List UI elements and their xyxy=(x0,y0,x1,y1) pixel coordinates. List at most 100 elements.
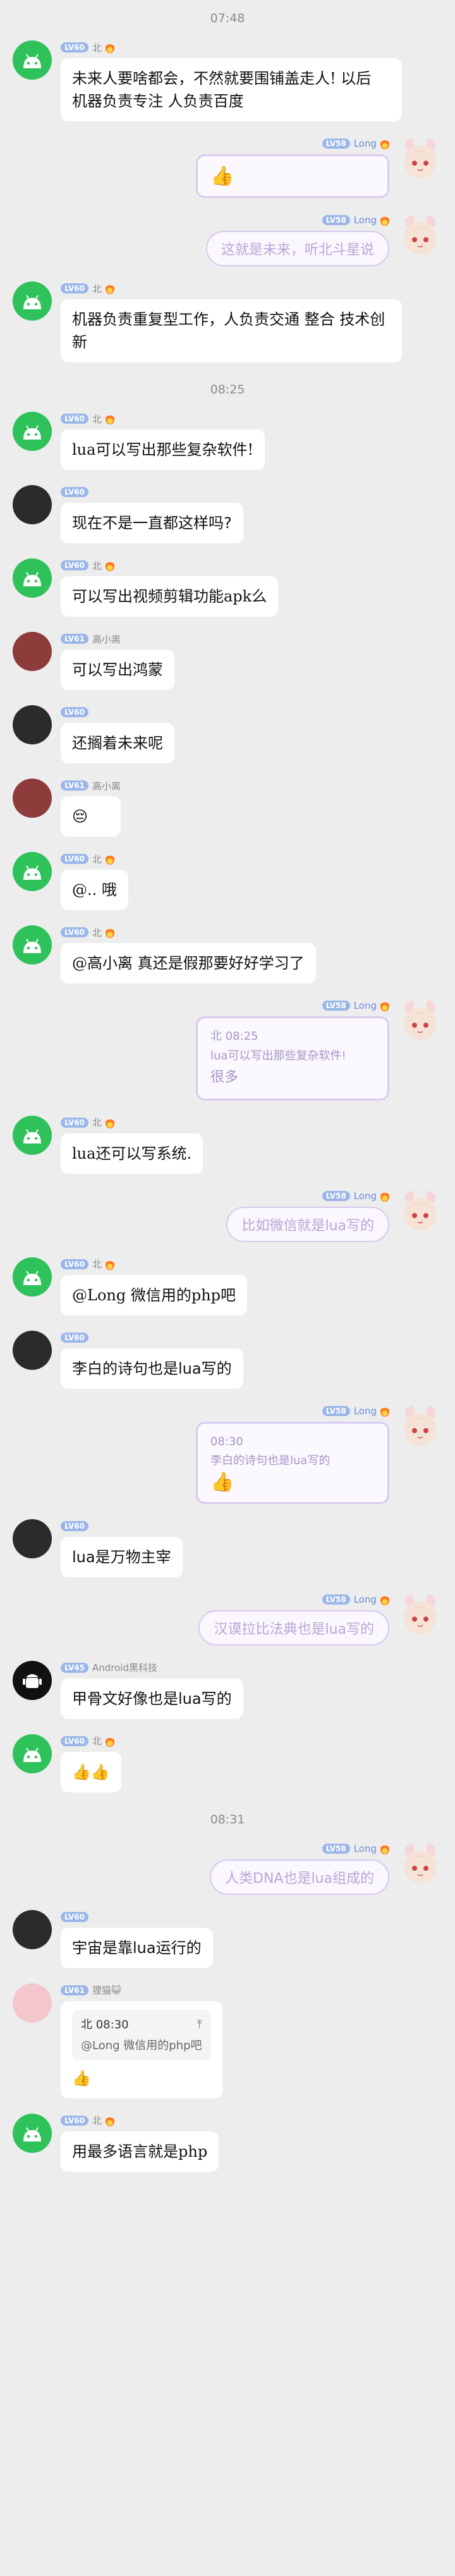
reply-card[interactable]: 北 08:30 ⤒ @Long 微信用的php吧 xyxy=(72,2009,211,2061)
avatar-anime[interactable] xyxy=(398,999,442,1043)
sender-name[interactable]: 北 xyxy=(92,41,102,54)
avatar-anime[interactable] xyxy=(398,137,442,181)
avatar[interactable] xyxy=(13,1983,52,2023)
message-body: LV61 高小离 😔 xyxy=(61,779,121,837)
level-badge: LV60 xyxy=(61,1259,88,1269)
jump-up-icon[interactable]: ⤒ xyxy=(197,2016,202,2033)
sender-name[interactable]: 北 xyxy=(92,1257,102,1271)
avatar-anime[interactable] xyxy=(398,1403,442,1448)
sender-name[interactable]: Long xyxy=(354,1594,377,1605)
sender-meta: LV58 Long xyxy=(322,1404,389,1418)
message-bubble[interactable]: 这就是未来，听北斗星说 xyxy=(205,231,389,266)
flame-icon xyxy=(106,927,114,938)
message-bubble[interactable]: lua是万物主宰 xyxy=(61,1536,183,1577)
avatar-anime[interactable] xyxy=(398,1841,442,1886)
message-body: LV60 李白的诗句也是lua写的 xyxy=(61,1331,243,1389)
sender-name[interactable]: 狸猫😺 xyxy=(92,1983,121,1997)
message-bubble[interactable]: 可以写出视频剪辑功能apk么 xyxy=(61,576,279,617)
sender-name[interactable]: Long xyxy=(354,1000,377,1011)
sender-name[interactable]: Long xyxy=(354,138,377,149)
avatar[interactable] xyxy=(13,632,52,671)
message-bubble[interactable]: 甲骨文好像也是lua写的 xyxy=(61,1678,243,1719)
message-bubble[interactable]: @Long 微信用的php吧 xyxy=(61,1274,248,1316)
avatar[interactable] xyxy=(13,1909,52,1949)
sender-meta: LV61 高小离 xyxy=(61,779,121,792)
sender-name[interactable]: 高小离 xyxy=(92,632,121,646)
message-row: LV58 Long 👍 xyxy=(0,130,455,207)
sender-name[interactable]: 北 xyxy=(92,1734,102,1747)
avatar-android[interactable] xyxy=(13,925,52,964)
sender-name[interactable]: Long xyxy=(354,1843,377,1854)
flame-icon xyxy=(380,1842,389,1854)
avatar-android[interactable] xyxy=(13,412,52,451)
message-bubble[interactable]: @高小离 真还是假那要好好学习了 xyxy=(61,943,316,983)
flame-icon xyxy=(106,1258,114,1270)
sender-name[interactable]: 北 xyxy=(92,282,102,295)
message-body: LV58 Long 👍 xyxy=(196,137,389,198)
avatar-android-black[interactable] xyxy=(13,1660,52,1700)
message-body: LV60 北 👍👍 xyxy=(61,1734,121,1792)
message-bubble[interactable]: 汉谟拉比法典也是lua写的 xyxy=(198,1610,389,1646)
message-bubble[interactable]: @.. 哦 xyxy=(61,870,128,910)
avatar-android[interactable] xyxy=(13,2113,52,2153)
message-bubble[interactable]: lua可以写出那些复杂软件! xyxy=(61,429,265,470)
sender-meta: LV60 xyxy=(61,1519,183,1533)
avatar-android[interactable] xyxy=(13,558,52,598)
sender-name[interactable]: Android黑科技 xyxy=(92,1661,157,1674)
avatar[interactable] xyxy=(13,705,52,744)
level-badge: LV58 xyxy=(322,1843,350,1854)
message-bubble[interactable]: 可以写出鸿蒙 xyxy=(61,650,174,690)
avatar[interactable] xyxy=(13,485,52,524)
avatar-android[interactable] xyxy=(13,40,52,80)
message-bubble[interactable]: 北 08:25 lua可以写出那些复杂软件! 很多 xyxy=(196,1016,389,1100)
avatar-anime[interactable] xyxy=(398,1188,442,1233)
sender-name[interactable]: Long xyxy=(354,1405,377,1417)
sender-name[interactable]: 北 xyxy=(92,2114,102,2127)
avatar-anime[interactable] xyxy=(398,1592,442,1637)
avatar-android[interactable] xyxy=(13,1257,52,1297)
message-bubble[interactable]: 😔 xyxy=(61,796,121,837)
message-bubble[interactable]: 👍👍 xyxy=(61,1751,121,1792)
avatar[interactable] xyxy=(13,779,52,818)
message-bubble[interactable]: lua还可以写系统. xyxy=(61,1133,203,1174)
sender-name[interactable]: 高小离 xyxy=(92,779,121,792)
sender-meta: LV58 Long xyxy=(322,999,389,1013)
sender-name[interactable]: 北 xyxy=(92,853,102,866)
sender-name[interactable]: 北 xyxy=(92,559,102,572)
avatar-android[interactable] xyxy=(13,281,52,321)
message-body: LV58 Long 人类DNA也是lua组成的 xyxy=(210,1842,389,1895)
avatar-android[interactable] xyxy=(13,1734,52,1773)
message-row: LV58 Long 北 08:25 lua可以写出那些复杂软件! 很多 xyxy=(0,992,455,1109)
avatar[interactable] xyxy=(13,1330,52,1370)
message-text: 😔 xyxy=(72,808,88,825)
avatar[interactable] xyxy=(13,1519,52,1558)
message-bubble[interactable]: 还搁着未来呢 xyxy=(61,723,174,763)
message-bubble[interactable]: 👍 xyxy=(196,154,389,198)
message-bubble[interactable]: 宇宙是靠lua运行的 xyxy=(61,1927,213,1968)
message-bubble[interactable]: 人类DNA也是lua组成的 xyxy=(210,1859,389,1895)
message-text: 宇宙是靠lua运行的 xyxy=(72,1938,202,1957)
sender-name[interactable]: 北 xyxy=(92,1116,102,1129)
level-badge: LV45 xyxy=(61,1662,88,1673)
message-row: LV58 Long 人类DNA也是lua组成的 xyxy=(0,1835,455,1904)
message-bubble[interactable]: 李白的诗句也是lua写的 xyxy=(61,1348,243,1389)
message-bubble[interactable]: 机器负责重复型工作，人负责交通 整合 技术创新 xyxy=(61,299,402,362)
message-bubble[interactable]: 08:30 李白的诗句也是lua写的 👍 xyxy=(196,1421,389,1504)
avatar-android[interactable] xyxy=(13,852,52,891)
sender-name[interactable]: 北 xyxy=(92,926,102,939)
message-bubble[interactable]: 用最多语言就是php xyxy=(61,2131,219,2172)
sender-meta: LV60 北 xyxy=(61,1734,121,1748)
sender-name[interactable]: Long xyxy=(354,214,377,226)
message-bubble[interactable]: 比如微信就是lua写的 xyxy=(226,1206,389,1242)
sender-name[interactable]: 北 xyxy=(92,412,102,426)
message-bubble[interactable]: 北 08:30 ⤒ @Long 微信用的php吧 👍 xyxy=(61,2000,222,2098)
avatar-android[interactable] xyxy=(13,1115,52,1155)
sender-meta: LV60 北 xyxy=(61,558,278,572)
message-bubble[interactable]: 未来人要啥都会，不然就要围铺盖走人! 以后 机器负责专注 人负责百度 xyxy=(61,58,402,121)
avatar-anime[interactable] xyxy=(398,213,442,257)
sender-name[interactable]: Long xyxy=(354,1190,377,1202)
message-bubble[interactable]: 现在不是一直都这样吗? xyxy=(61,503,243,543)
level-badge: LV61 xyxy=(61,1985,88,1995)
message-body: LV60 北 lua还可以写系统. xyxy=(61,1116,203,1174)
message-row: LV60 lua是万物主宰 xyxy=(0,1513,455,1586)
